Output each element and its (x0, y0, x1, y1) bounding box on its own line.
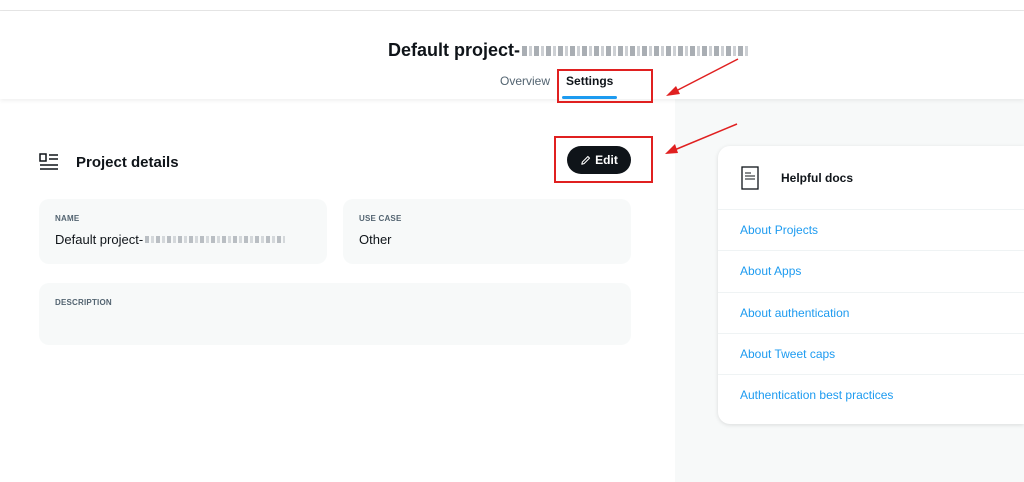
description-label: DESCRIPTION (55, 298, 112, 307)
name-label: NAME (55, 214, 80, 223)
project-details-icon (39, 153, 59, 171)
use-case-card: USE CASE Other (343, 199, 631, 264)
redacted-project-id (522, 46, 751, 56)
helpful-docs-header: Helpful docs (741, 166, 853, 190)
description-card: DESCRIPTION (39, 283, 631, 345)
redacted-name-id (145, 236, 286, 243)
project-details-header: Project details (39, 151, 179, 173)
use-case-value: Other (359, 232, 392, 247)
project-header: Default project- Overview Settings (0, 11, 1024, 99)
helpful-docs-list: About Projects About Apps About authenti… (718, 209, 1024, 415)
helpful-docs-title: Helpful docs (781, 171, 854, 185)
use-case-label: USE CASE (359, 214, 402, 223)
doc-link-about-authentication[interactable]: About authentication (718, 291, 1024, 333)
doc-link-about-tweet-caps[interactable]: About Tweet caps (718, 332, 1024, 374)
page: Default project- Overview Settings Proje… (0, 0, 1024, 482)
name-card: NAME Default project- (39, 199, 327, 264)
document-icon (741, 166, 759, 190)
project-title: Default project- (388, 39, 521, 60)
annotation-box-settings (557, 69, 653, 103)
doc-link-auth-best-practices[interactable]: Authentication best practices (718, 374, 1024, 415)
doc-link-about-projects[interactable]: About Projects (718, 209, 1024, 250)
annotation-box-edit (554, 136, 653, 183)
page-title: Default project- (388, 38, 751, 62)
section-title: Project details (76, 153, 179, 171)
doc-link-about-apps[interactable]: About Apps (718, 250, 1024, 291)
tab-overview[interactable]: Overview (492, 73, 558, 101)
name-value: Default project- (55, 232, 144, 247)
name-value-row: Default project- (55, 232, 286, 247)
helpful-docs-card: Helpful docs About Projects About Apps A… (718, 146, 1024, 424)
